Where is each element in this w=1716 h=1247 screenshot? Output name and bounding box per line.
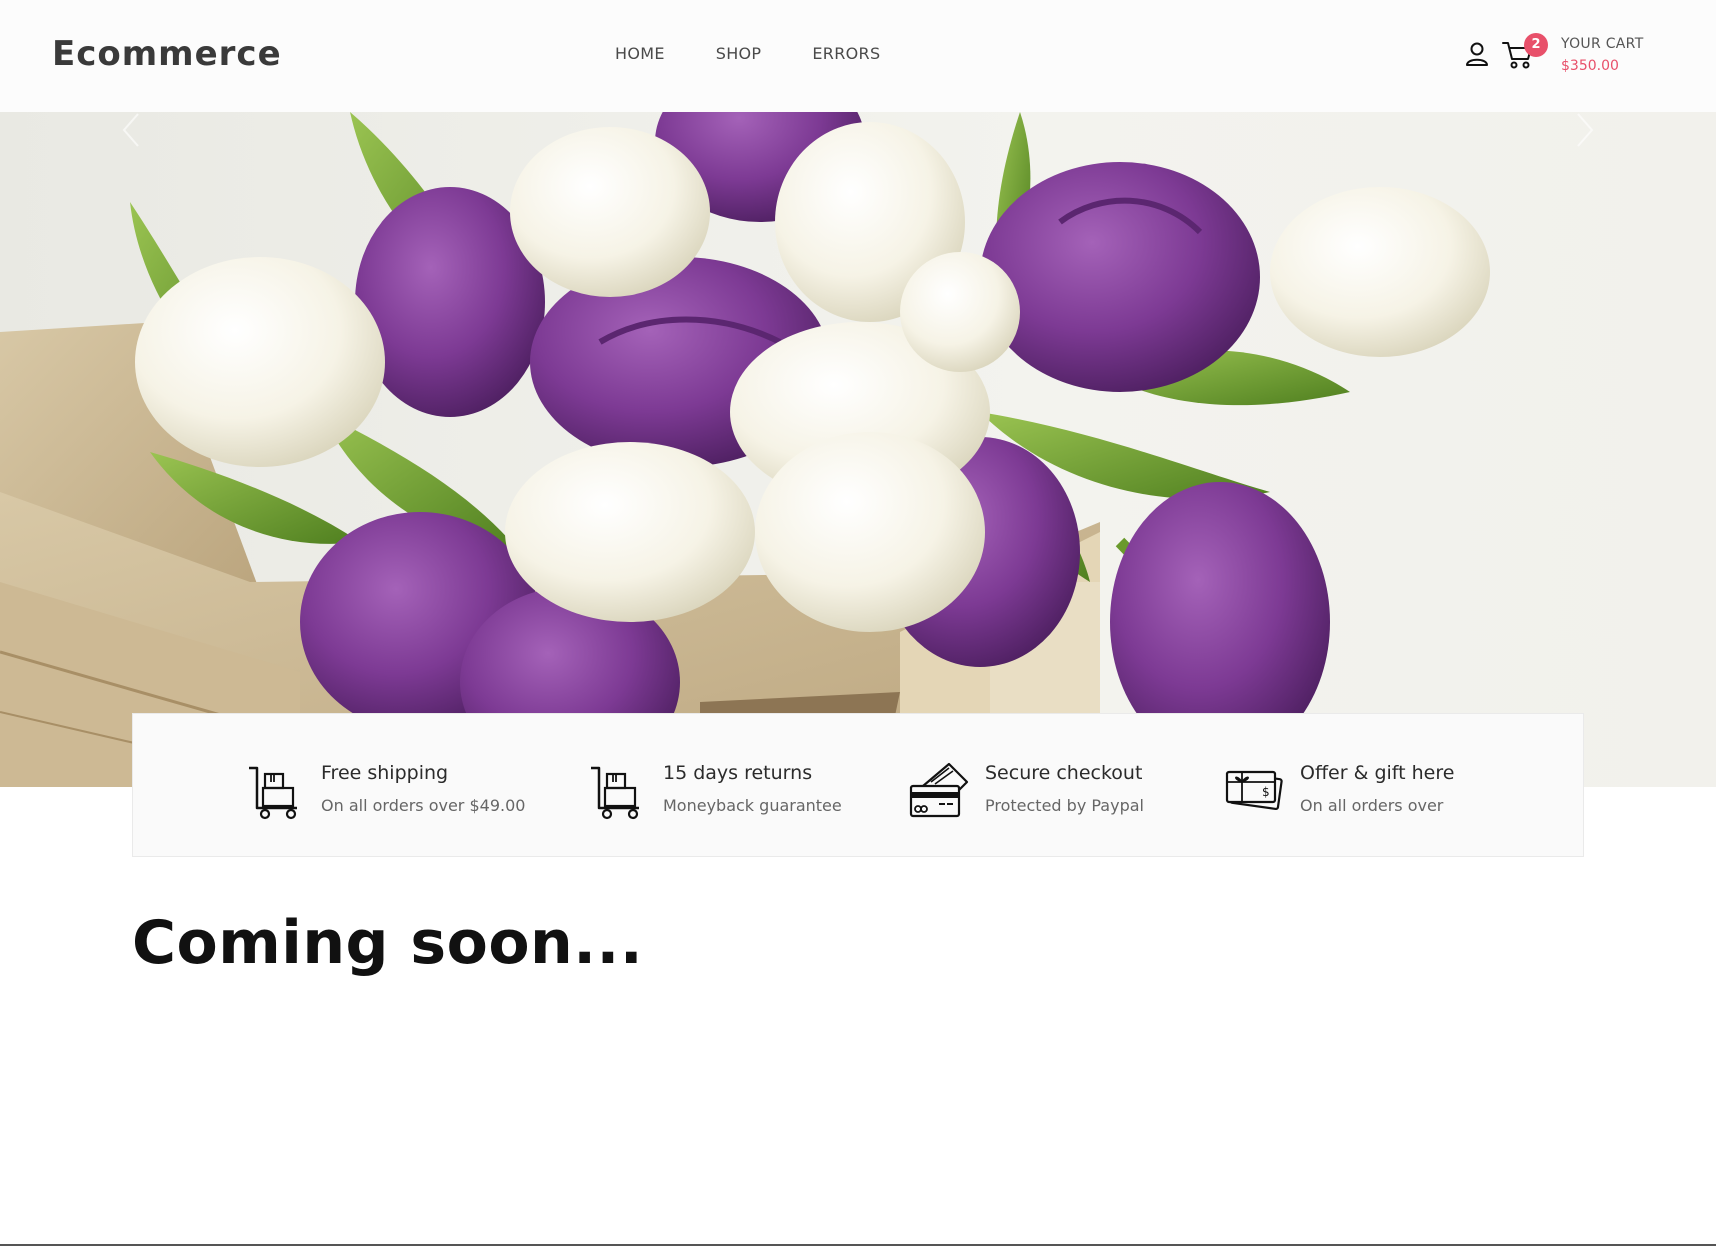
features-strip: Free shipping On all orders over $49.00 … [132, 713, 1584, 857]
page-heading: Coming soon... [132, 908, 644, 978]
divider [0, 1244, 1716, 1246]
main-nav: HOME SHOP ERRORS [615, 44, 880, 63]
feature-subtitle: Moneyback guarantee [663, 796, 842, 815]
cart-total: $350.00 [1561, 58, 1619, 74]
feature-title: Free shipping [321, 762, 449, 784]
credit-card-icon [909, 762, 969, 818]
feature-title: 15 days returns [663, 762, 813, 784]
site-logo[interactable]: Ecommerce [52, 34, 282, 74]
feature-returns: 15 days returns Moneyback guarantee [587, 760, 842, 820]
feature-offer-gift: $ Offer & gift here On all orders over [1224, 760, 1454, 820]
feature-title: Secure checkout [985, 762, 1143, 784]
user-icon[interactable] [1464, 41, 1490, 67]
cart-count-badge: 2 [1524, 33, 1548, 57]
hero-prev-arrow-icon[interactable] [120, 112, 142, 148]
nav-errors[interactable]: ERRORS [812, 44, 880, 63]
feature-subtitle: On all orders over [1300, 796, 1444, 815]
hero-next-arrow-icon[interactable] [1574, 112, 1596, 148]
gift-card-icon: $ [1225, 770, 1283, 811]
nav-shop[interactable]: SHOP [716, 44, 762, 63]
site-header: Ecommerce HOME SHOP ERRORS 2 YOUR CART $… [0, 0, 1716, 112]
feature-secure-checkout: Secure checkout Protected by Paypal [909, 760, 1144, 820]
svg-text:$: $ [1262, 785, 1270, 799]
hero-image-tulips [0, 112, 1490, 787]
feature-subtitle: Protected by Paypal [985, 796, 1144, 815]
nav-home[interactable]: HOME [615, 44, 665, 63]
feature-title: Offer & gift here [1300, 762, 1455, 784]
trolley-icon [249, 766, 297, 820]
trolley-icon [591, 766, 639, 820]
cart-label[interactable]: YOUR CART [1561, 36, 1644, 52]
feature-subtitle: On all orders over $49.00 [321, 796, 526, 815]
hero-banner [0, 112, 1716, 787]
feature-free-shipping: Free shipping On all orders over $49.00 [245, 760, 525, 820]
